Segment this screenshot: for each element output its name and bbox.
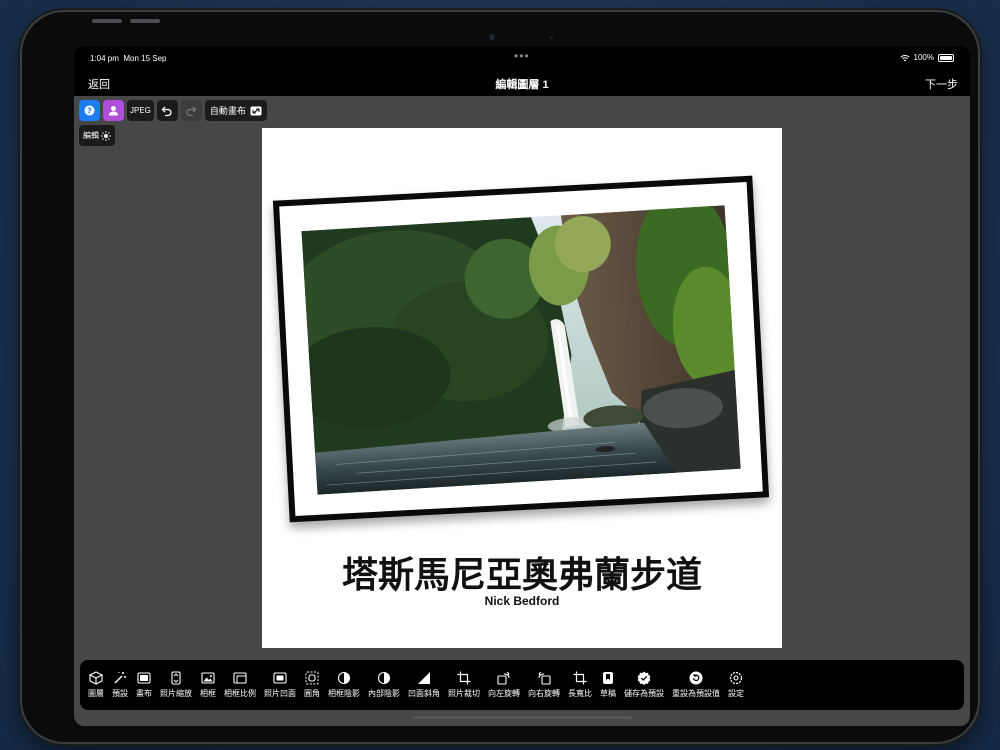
ipad-device: 1:04 pm Mon 15 Sep ••• 100% 返回 編輯圖層 1 下一…: [22, 12, 978, 742]
rotate-left-icon: [497, 671, 510, 685]
help-icon: ?: [84, 105, 95, 116]
reset-icon: [689, 671, 703, 685]
brightness-icon: [101, 130, 111, 141]
tool-label: 向左旋轉: [488, 689, 520, 698]
tool-canvas[interactable]: 畫布: [132, 671, 156, 699]
tool-reset[interactable]: 重設為預設值: [668, 671, 724, 699]
tool-label: 向右旋轉: [528, 689, 560, 698]
tool-rounded-corner[interactable]: 圓角: [300, 671, 324, 699]
redo-button[interactable]: [180, 100, 202, 121]
tool-label: 照片縮放: [160, 689, 192, 698]
aspect-ratio-icon: [573, 671, 587, 685]
status-right: 100%: [899, 53, 954, 62]
undo-icon: [161, 106, 172, 116]
tool-label: 圓角: [304, 689, 320, 698]
caption-author[interactable]: Nick Bedford: [262, 594, 782, 608]
waterfall-photo: [301, 205, 741, 495]
tool-rotate-left[interactable]: 向左旋轉: [484, 671, 524, 699]
frame-icon: [201, 672, 215, 684]
tool-rotate-right[interactable]: 向右旋轉: [524, 671, 564, 699]
top-toolbar: ? JPEG 自動畫布: [79, 100, 267, 121]
save-preset-icon: [637, 671, 651, 685]
tool-frame-ratio[interactable]: 相框比例: [220, 671, 260, 699]
rotate-right-icon: [538, 671, 551, 685]
tool-photo-inset[interactable]: 照片凹面: [260, 671, 300, 699]
screen: 1:04 pm Mon 15 Sep ••• 100% 返回 編輯圖層 1 下一…: [74, 46, 970, 726]
settings-icon: [729, 671, 743, 685]
frame-shadow-icon: [337, 671, 351, 685]
svg-text:?: ?: [87, 106, 92, 115]
tool-photo-scale[interactable]: 照片縮放: [156, 671, 196, 699]
photo-inset-icon: [273, 672, 287, 684]
tool-frame-shadow[interactable]: 相框陰影: [324, 671, 364, 699]
page-title: 編輯圖層 1: [495, 79, 549, 91]
tool-label: 畫布: [136, 689, 152, 698]
tool-label: 凹面斜角: [408, 689, 440, 698]
status-bar: 1:04 pm Mon 15 Sep ••• 100%: [74, 46, 970, 72]
layers-icon: [89, 671, 103, 685]
volume-button: [130, 19, 160, 23]
user-icon: [109, 106, 118, 116]
front-camera: [489, 34, 495, 40]
tool-label: 草稿: [600, 689, 616, 698]
tool-label: 相框比例: [224, 689, 256, 698]
rounded-corner-icon: [305, 671, 319, 685]
profile-button[interactable]: [103, 100, 124, 121]
tool-bevel[interactable]: 凹面斜角: [404, 671, 444, 699]
tool-save-preset[interactable]: 儲存為預設: [620, 671, 668, 699]
help-button[interactable]: ?: [79, 100, 100, 121]
tool-draft[interactable]: 草稿: [596, 671, 620, 699]
bottom-toolbar: 圖層 預設 畫布 照片縮放 相框 相框比例 照片凹面 圓角 相框陰影 內部陰影 …: [80, 660, 964, 710]
next-button[interactable]: 下一步: [925, 76, 958, 92]
magic-wand-icon: [114, 672, 126, 684]
tool-label: 圖層: [88, 689, 104, 698]
frame-ratio-icon: [233, 672, 247, 684]
status-time: 1:04 pm Mon 15 Sep: [90, 54, 167, 63]
caption-title[interactable]: 塔斯馬尼亞奧弗蘭步道: [262, 546, 782, 598]
tool-label: 設定: [728, 689, 744, 698]
volume-button: [92, 19, 122, 23]
edit-label: 編輯: [83, 131, 99, 140]
edit-button[interactable]: 編輯: [79, 125, 115, 146]
canvas-icon: [137, 672, 151, 684]
tool-frame[interactable]: 相框: [196, 671, 220, 699]
multitask-dots-icon[interactable]: •••: [514, 49, 530, 63]
home-indicator[interactable]: [412, 716, 632, 719]
auto-canvas-button[interactable]: 自動畫布: [204, 100, 267, 121]
crop-icon: [457, 671, 471, 685]
battery-icon: [938, 53, 954, 62]
undo-button[interactable]: [156, 100, 178, 121]
workspace: ? JPEG 自動畫布 編輯 塔斯馬尼亞奧弗蘭步道 Nick Bedford 圖…: [74, 96, 970, 726]
tool-label: 內部陰影: [368, 689, 400, 698]
photo-scale-icon: [171, 671, 181, 685]
tool-inner-shadow[interactable]: 內部陰影: [364, 671, 404, 699]
tool-label: 長寬比: [568, 689, 592, 698]
tool-layers[interactable]: 圖層: [84, 671, 108, 699]
tool-aspect-ratio[interactable]: 長寬比: [564, 671, 596, 699]
auto-canvas-label: 自動畫布: [209, 106, 246, 116]
photo-canvas[interactable]: 塔斯馬尼亞奧弗蘭步道 Nick Bedford: [262, 128, 782, 648]
wifi-icon: [899, 54, 910, 61]
battery-percent: 100%: [913, 53, 934, 62]
tool-label: 儲存為預設: [624, 689, 664, 698]
expand-icon: [250, 106, 262, 115]
sensor: [550, 36, 553, 39]
tool-crop[interactable]: 照片裁切: [444, 671, 484, 699]
tool-label: 照片裁切: [448, 689, 480, 698]
tool-label: 相框: [200, 689, 216, 698]
tool-label: 重設為預設值: [672, 689, 720, 698]
redo-icon: [186, 106, 197, 116]
tool-label: 相框陰影: [328, 689, 360, 698]
tool-label: 預設: [112, 689, 128, 698]
photo-frame[interactable]: [272, 175, 770, 523]
draft-icon: [603, 672, 613, 684]
tool-label: 照片凹面: [264, 689, 296, 698]
bevel-icon: [418, 672, 430, 684]
format-button[interactable]: JPEG: [127, 100, 154, 121]
nav-bar: 返回 編輯圖層 1 下一步: [74, 72, 970, 96]
tool-settings[interactable]: 設定: [724, 671, 748, 699]
inner-shadow-icon: [377, 671, 391, 685]
tool-presets[interactable]: 預設: [108, 671, 132, 699]
waterfall-image: [301, 205, 741, 495]
